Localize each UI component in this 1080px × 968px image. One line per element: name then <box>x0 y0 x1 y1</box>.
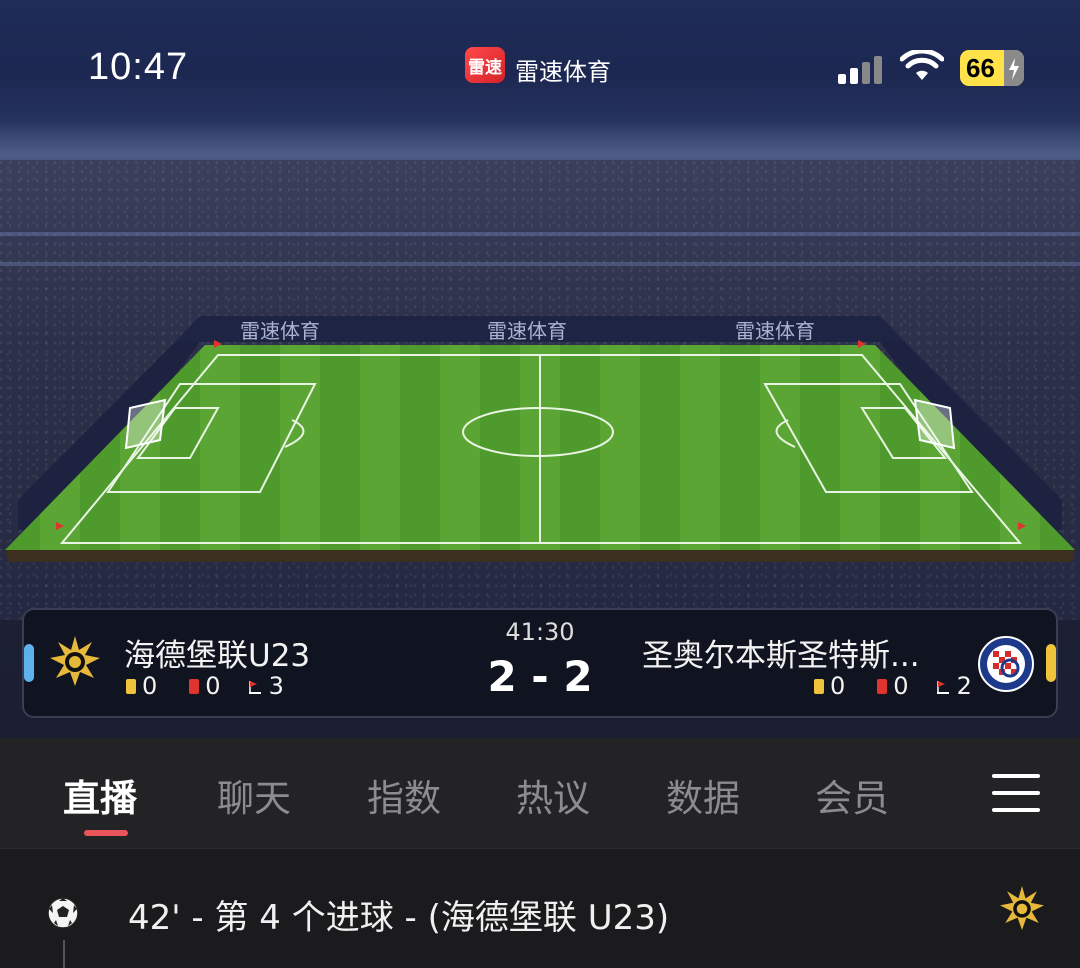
tab-data[interactable]: 数据 <box>666 768 740 822</box>
event-team-crest-icon <box>1000 886 1044 930</box>
match-clock: 41:30 <box>505 618 575 646</box>
tab-live[interactable]: 直播 <box>63 768 137 822</box>
corner-flag-icon <box>936 680 949 694</box>
away-red-count: 0 <box>893 672 909 700</box>
right-goal <box>913 398 956 450</box>
away-yellow-count: 0 <box>830 672 846 700</box>
away-team-crest-icon <box>978 636 1034 692</box>
cellular-signal-icon <box>838 54 886 84</box>
away-corner-count: 2 <box>956 672 972 700</box>
wifi-icon <box>900 50 944 80</box>
red-card-icon <box>189 678 200 694</box>
tab-member[interactable]: 会员 <box>815 768 889 822</box>
tab-index[interactable]: 指数 <box>367 768 441 822</box>
app-logo: 雷速 <box>465 47 505 83</box>
home-red-count: 0 <box>205 672 221 700</box>
event-timeline-line <box>63 940 65 968</box>
battery-level: 66 <box>966 52 995 83</box>
football-pitch: 雷速体育 雷速体育 雷速体育 <box>5 316 1075 562</box>
home-team-name[interactable]: 海德堡联U23 <box>124 630 310 675</box>
match-score: 2 - 2 <box>487 652 593 701</box>
tier-line <box>0 232 1080 236</box>
red-card-icon <box>877 678 888 694</box>
home-team-stats: 0 0 3 <box>126 672 284 700</box>
yellow-card-icon <box>814 678 824 694</box>
battery-indicator: 66 <box>960 50 1024 86</box>
tab-discussion[interactable]: 热议 <box>516 768 590 822</box>
turf-edge <box>5 550 1075 562</box>
home-corner-count: 3 <box>268 672 284 700</box>
home-yellow-count: 0 <box>142 672 158 700</box>
yellow-card-icon <box>126 678 136 694</box>
ad-board-text: 雷速体育 <box>735 319 815 343</box>
left-goal <box>124 398 167 450</box>
tier-line <box>0 262 1080 266</box>
soccer-ball-icon <box>47 897 79 929</box>
home-team-color-bar <box>24 644 34 682</box>
away-team-name[interactable]: 圣奥尔本斯圣特斯... <box>642 630 920 675</box>
away-team-color-bar <box>1046 644 1056 682</box>
corner-flag-icon <box>248 680 261 694</box>
ad-board-text: 雷速体育 <box>487 319 567 343</box>
active-tab-indicator <box>84 830 128 836</box>
event-text: 42' - 第 4 个进球 - (海德堡联 U23) <box>128 898 670 938</box>
battery-tail <box>1004 50 1024 86</box>
home-team-crest-icon <box>50 636 100 686</box>
menu-icon[interactable] <box>992 772 1040 814</box>
app-name: 雷速体育 <box>515 58 611 86</box>
away-team-stats: 0 0 2 <box>814 672 972 700</box>
status-time: 10:47 <box>88 46 189 88</box>
ad-board-text: 雷速体育 <box>240 319 320 343</box>
tab-chat[interactable]: 聊天 <box>217 768 291 822</box>
